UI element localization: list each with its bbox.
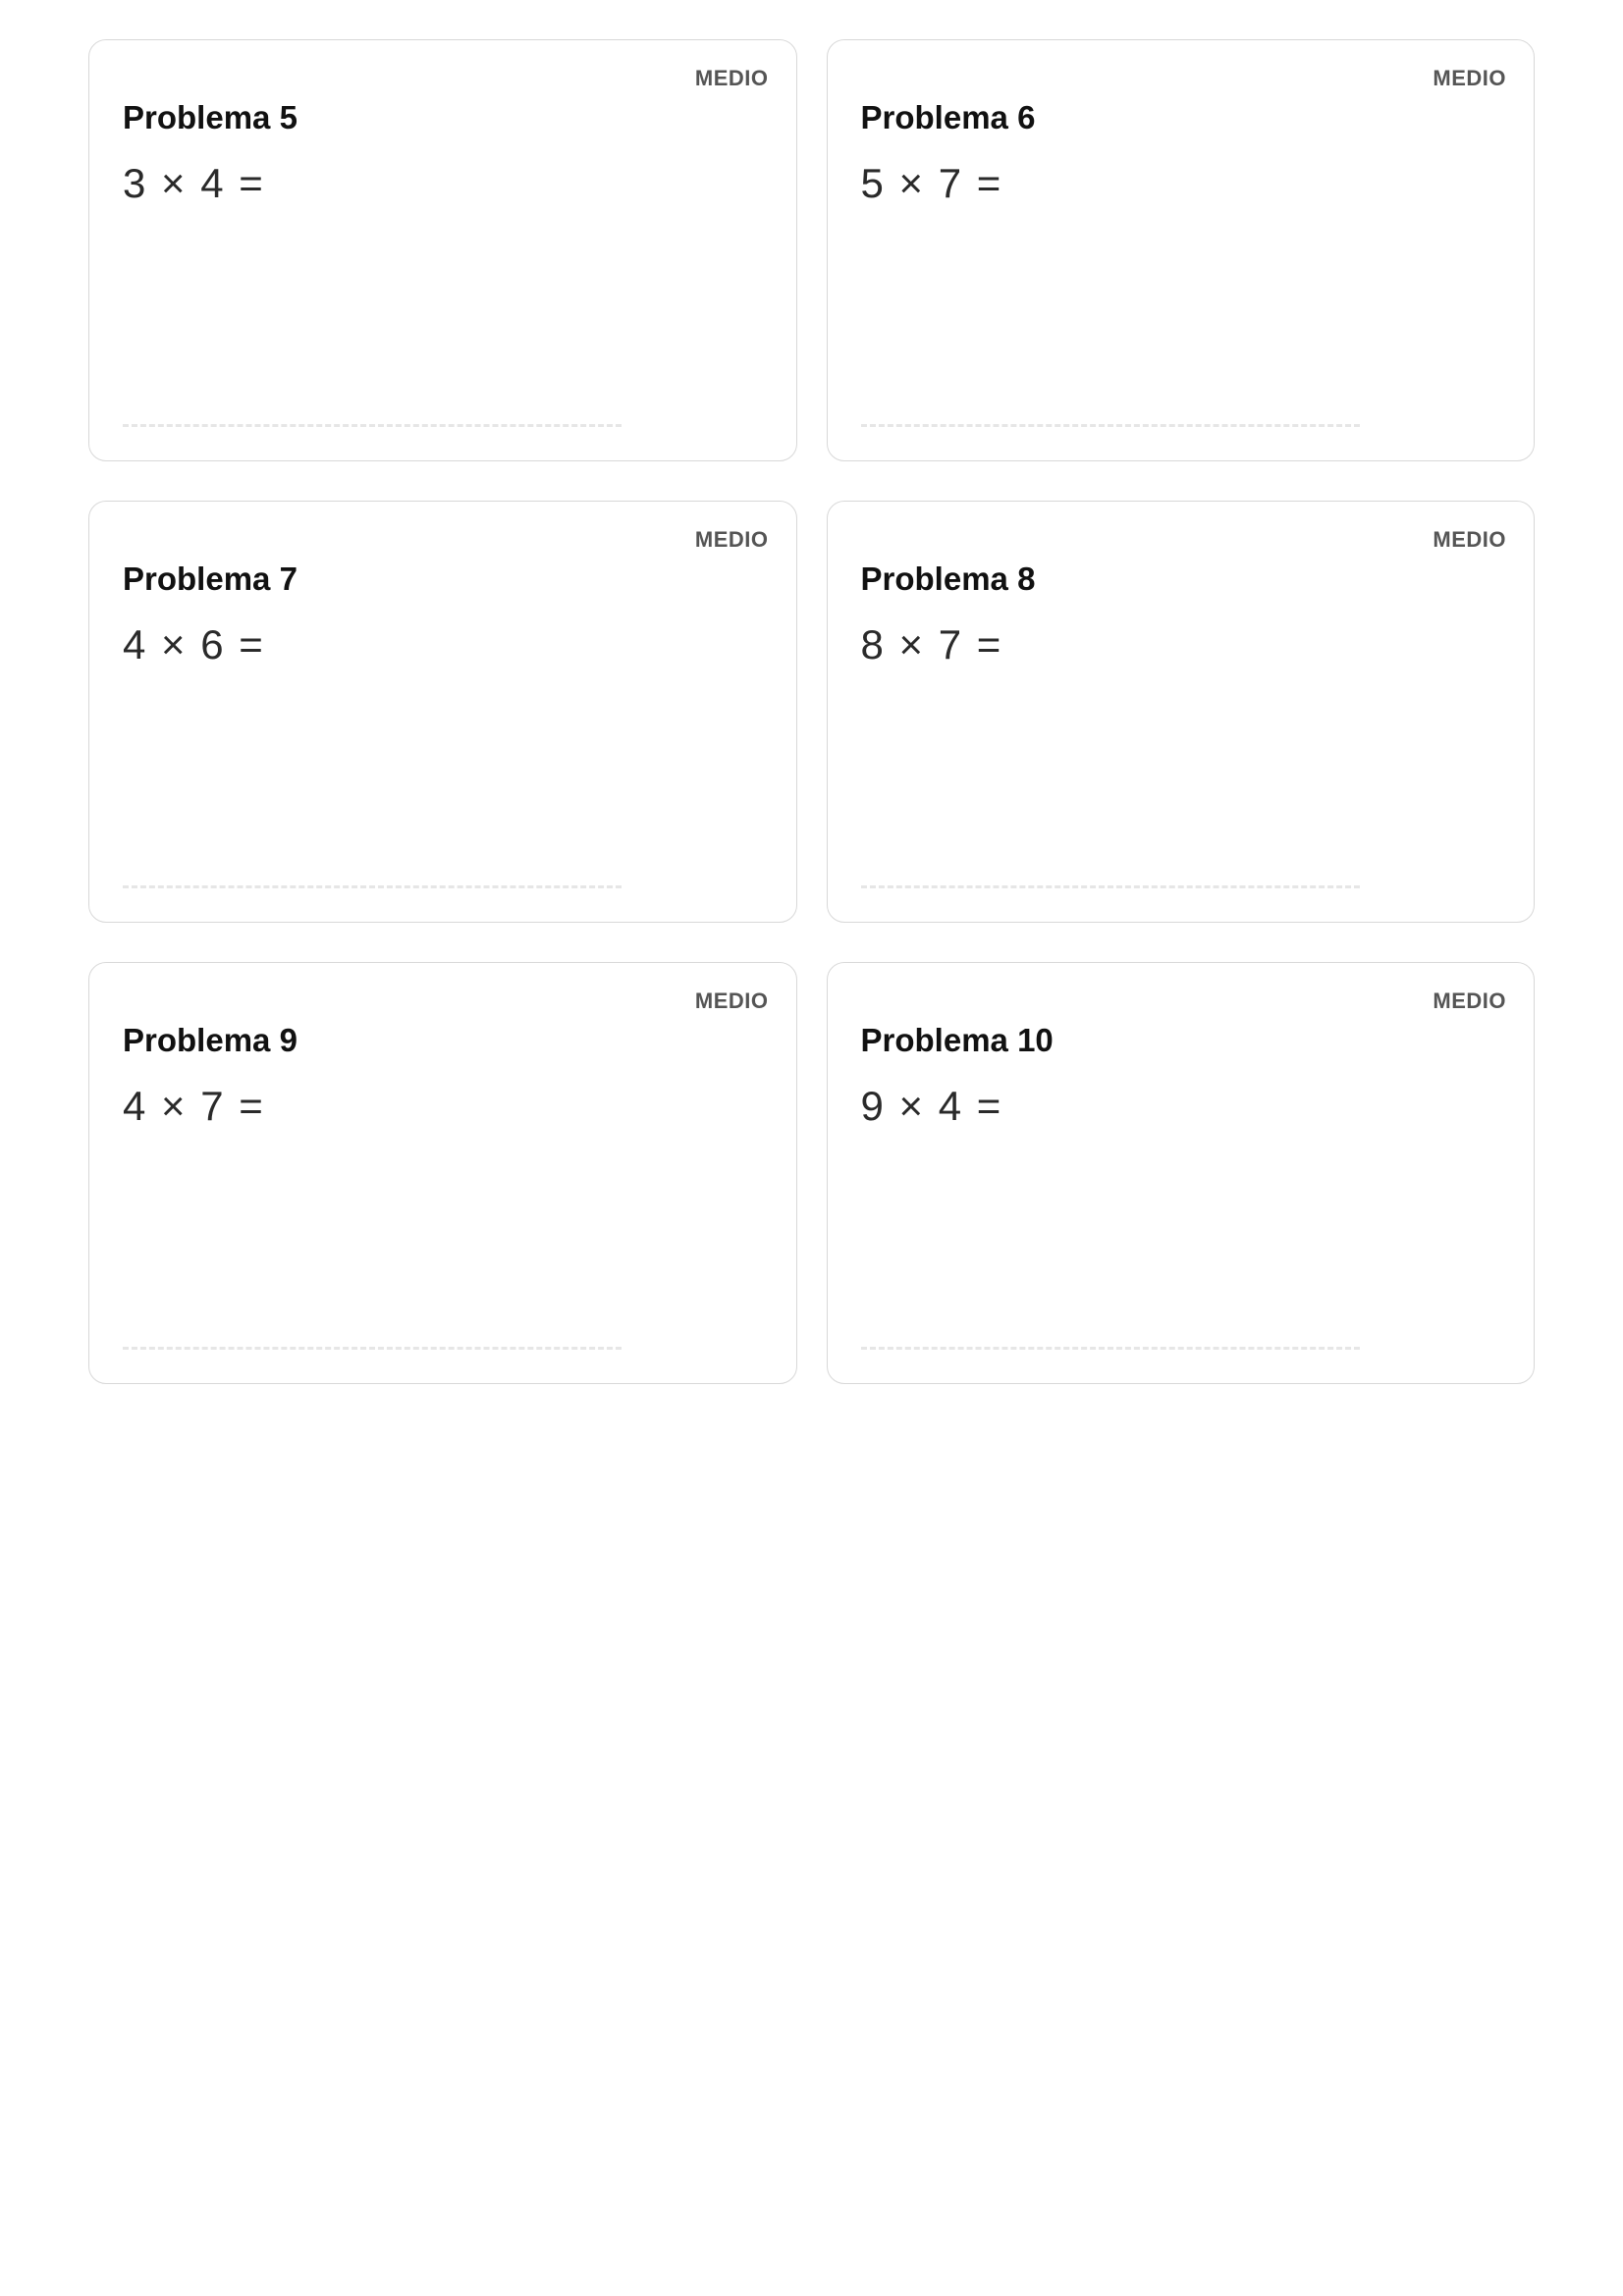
difficulty-badge: MEDIO (1433, 66, 1506, 91)
answer-line (861, 424, 1360, 427)
problem-card: MEDIO Problema 7 4 × 6 = (88, 501, 797, 923)
answer-line (861, 885, 1360, 888)
difficulty-badge: MEDIO (1433, 527, 1506, 553)
problem-label-prefix: Problema (123, 1022, 270, 1058)
problem-equation: 9 × 4 = (861, 1083, 1501, 1130)
problem-title: Problema 10 (861, 1022, 1501, 1059)
difficulty-badge: MEDIO (1433, 988, 1506, 1014)
problem-label-prefix: Problema (861, 99, 1008, 135)
problem-equation: 3 × 4 = (123, 160, 763, 207)
problem-title: Problema 9 (123, 1022, 763, 1059)
answer-line (123, 885, 622, 888)
problem-grid: MEDIO Problema 5 3 × 4 = MEDIO Problema … (88, 39, 1535, 1384)
problem-title: Problema 5 (123, 99, 763, 136)
problem-equation: 8 × 7 = (861, 621, 1501, 668)
problem-equation: 4 × 7 = (123, 1083, 763, 1130)
problem-equation: 5 × 7 = (861, 160, 1501, 207)
problem-label-prefix: Problema (861, 1022, 1008, 1058)
answer-line (861, 1347, 1360, 1350)
answer-line (123, 424, 622, 427)
difficulty-badge: MEDIO (695, 66, 769, 91)
problem-title: Problema 7 (123, 561, 763, 598)
problem-label-prefix: Problema (123, 99, 270, 135)
problem-number: 6 (1017, 99, 1035, 135)
problem-number: 9 (280, 1022, 298, 1058)
problem-number: 8 (1017, 561, 1035, 597)
problem-card: MEDIO Problema 9 4 × 7 = (88, 962, 797, 1384)
problem-title: Problema 8 (861, 561, 1501, 598)
problem-label-prefix: Problema (123, 561, 270, 597)
problem-card: MEDIO Problema 10 9 × 4 = (827, 962, 1536, 1384)
answer-line (123, 1347, 622, 1350)
problem-number: 5 (280, 99, 298, 135)
difficulty-badge: MEDIO (695, 527, 769, 553)
problem-title: Problema 6 (861, 99, 1501, 136)
problem-card: MEDIO Problema 8 8 × 7 = (827, 501, 1536, 923)
problem-card: MEDIO Problema 5 3 × 4 = (88, 39, 797, 461)
problem-number: 10 (1017, 1022, 1054, 1058)
problem-equation: 4 × 6 = (123, 621, 763, 668)
problem-label-prefix: Problema (861, 561, 1008, 597)
difficulty-badge: MEDIO (695, 988, 769, 1014)
problem-number: 7 (280, 561, 298, 597)
problem-card: MEDIO Problema 6 5 × 7 = (827, 39, 1536, 461)
